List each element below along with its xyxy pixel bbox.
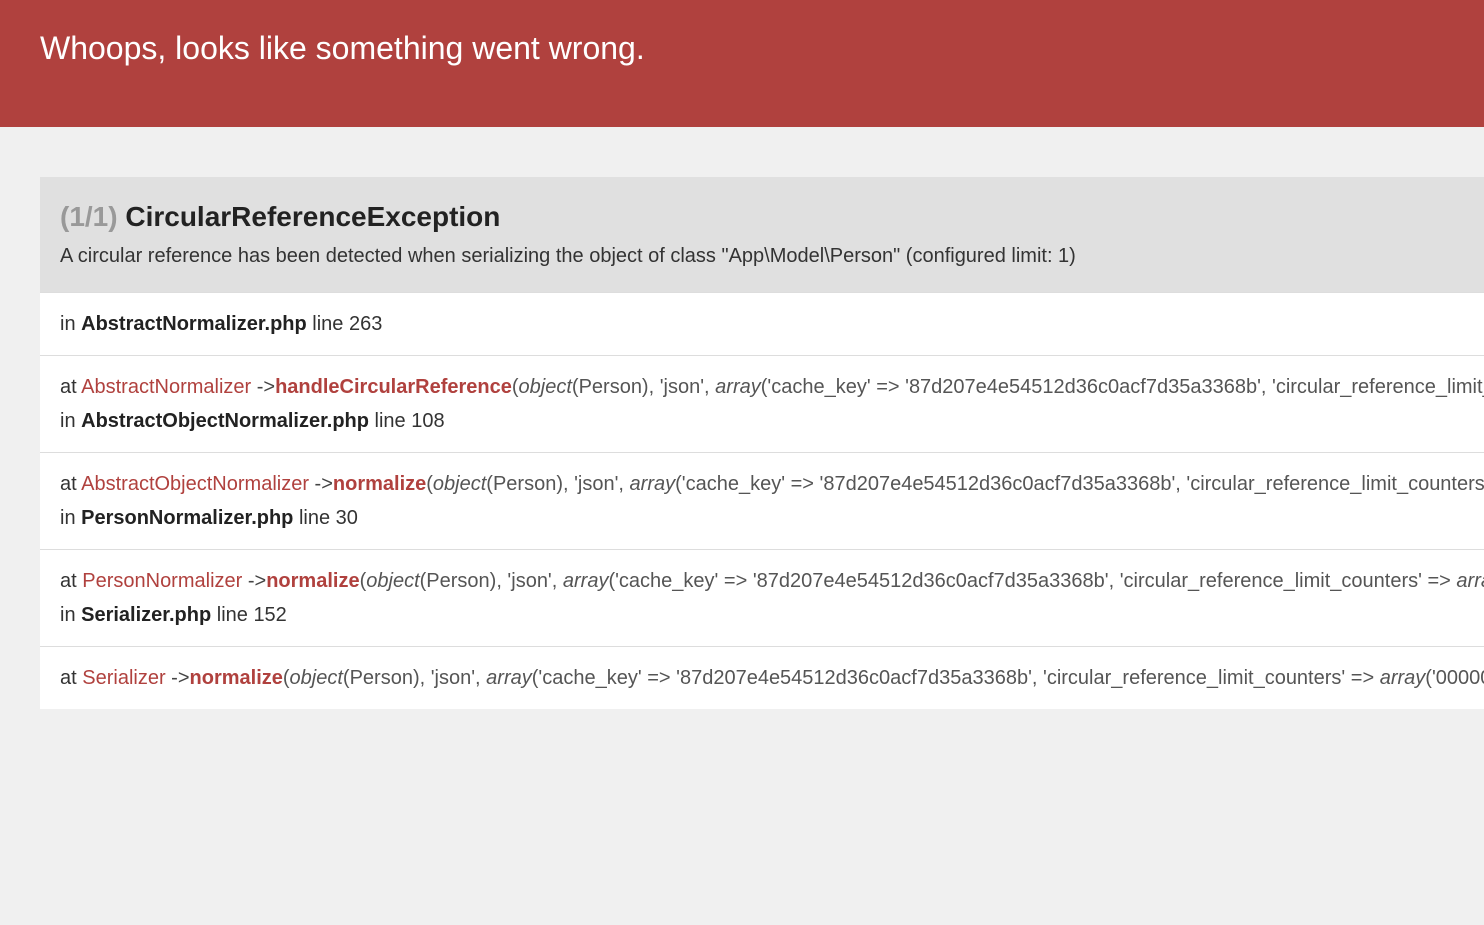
- in-label: in: [60, 604, 81, 626]
- at-label: at: [60, 376, 81, 398]
- object-keyword: object: [433, 473, 486, 495]
- trace-item: at PersonNormalizer ->normalize(object(P…: [40, 549, 1484, 646]
- trace-file[interactable]: Serializer.php: [81, 604, 211, 626]
- trace-line: 152: [253, 604, 286, 626]
- in-label: in: [60, 313, 81, 335]
- trace-method[interactable]: normalize: [266, 570, 359, 592]
- trace-args-open: (: [283, 667, 290, 689]
- trace-arr: ('cache_key' => '87d207e4e54512d36c0acf7…: [608, 570, 1456, 592]
- trace-args-open: (: [512, 376, 519, 398]
- exception-title: (1/1) CircularReferenceException: [60, 201, 1464, 233]
- in-label: in: [60, 410, 81, 432]
- trace-line: 30: [336, 507, 358, 529]
- trace-item: at Serializer ->normalize(object(Person)…: [40, 646, 1484, 709]
- trace-file[interactable]: AbstractObjectNormalizer.php: [81, 410, 369, 432]
- trace-obj: (Person), 'json',: [420, 570, 563, 592]
- trace-arr2: ('00000000237250f6000000006590e34f' => 1…: [1425, 667, 1484, 689]
- exception-name: CircularReferenceException: [125, 201, 500, 232]
- arrow: ->: [242, 570, 266, 592]
- trace-obj: (Person), 'json',: [486, 473, 629, 495]
- line-label: line: [307, 313, 349, 335]
- trace-item: in AbstractNormalizer.php line 263: [40, 292, 1484, 355]
- arrow: ->: [251, 376, 275, 398]
- trace-args-open: (: [426, 473, 433, 495]
- array-keyword: array: [715, 376, 761, 398]
- object-keyword: object: [519, 376, 572, 398]
- at-label: at: [60, 667, 82, 689]
- trace-class[interactable]: Serializer: [82, 667, 165, 689]
- trace-arr: ('cache_key' => '87d207e4e54512d36c0acf7…: [675, 473, 1484, 495]
- array-keyword: array: [486, 667, 532, 689]
- at-label: at: [60, 473, 81, 495]
- trace-method[interactable]: normalize: [333, 473, 426, 495]
- trace-class[interactable]: AbstractObjectNormalizer: [81, 473, 309, 495]
- trace-file[interactable]: PersonNormalizer.php: [81, 507, 293, 529]
- array-keyword: array: [1456, 570, 1484, 592]
- trace-arr: ('cache_key' => '87d207e4e54512d36c0acf7…: [761, 376, 1484, 398]
- trace-location: in AbstractObjectNormalizer.php line 108: [60, 406, 1464, 436]
- exception-message: A circular reference has been detected w…: [60, 245, 1464, 268]
- array-keyword: array: [630, 473, 676, 495]
- trace-obj: (Person), 'json',: [343, 667, 486, 689]
- arrow: ->: [166, 667, 190, 689]
- in-label: in: [60, 507, 81, 529]
- object-keyword: object: [366, 570, 419, 592]
- error-header: Whoops, looks like something went wrong.: [0, 0, 1484, 127]
- line-label: line: [369, 410, 411, 432]
- trace-line: 108: [411, 410, 444, 432]
- trace-item: at AbstractObjectNormalizer ->normalize(…: [40, 452, 1484, 549]
- trace-item: at AbstractNormalizer ->handleCircularRe…: [40, 355, 1484, 452]
- object-keyword: object: [290, 667, 343, 689]
- trace-class[interactable]: AbstractNormalizer: [81, 376, 251, 398]
- trace-location: in PersonNormalizer.php line 30: [60, 503, 1464, 533]
- error-title: Whoops, looks like something went wrong.: [40, 30, 1444, 67]
- exception-heading: (1/1) CircularReferenceException A circu…: [40, 177, 1484, 292]
- trace-method[interactable]: normalize: [190, 667, 283, 689]
- exception-container: (1/1) CircularReferenceException A circu…: [40, 177, 1484, 709]
- array-keyword: array: [1380, 667, 1426, 689]
- trace-file[interactable]: AbstractNormalizer.php: [81, 313, 307, 335]
- trace-class[interactable]: PersonNormalizer: [82, 570, 242, 592]
- at-label: at: [60, 570, 82, 592]
- trace-location: in Serializer.php line 152: [60, 600, 1464, 630]
- trace-obj: (Person), 'json',: [572, 376, 715, 398]
- line-label: line: [293, 507, 335, 529]
- exception-count: (1/1): [60, 201, 118, 232]
- array-keyword: array: [563, 570, 609, 592]
- trace-line: 263: [349, 313, 382, 335]
- trace-arr: ('cache_key' => '87d207e4e54512d36c0acf7…: [532, 667, 1380, 689]
- line-label: line: [211, 604, 253, 626]
- arrow: ->: [309, 473, 333, 495]
- trace-method[interactable]: handleCircularReference: [275, 376, 512, 398]
